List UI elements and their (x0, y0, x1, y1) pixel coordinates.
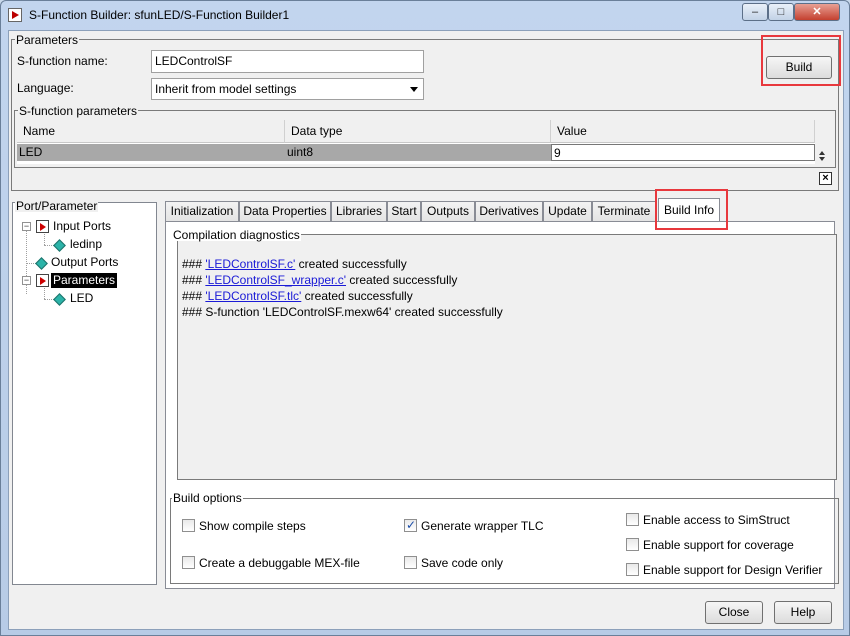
cell-value[interactable]: 9 (551, 144, 815, 161)
enable-access-simstruct-checkbox[interactable] (626, 513, 639, 526)
port-diamond-icon (35, 257, 48, 270)
build-button-highlight (761, 35, 841, 86)
column-header-data-type[interactable]: Data type (285, 120, 551, 143)
tab-update[interactable]: Update (543, 201, 592, 222)
window-title: S-Function Builder: sfunLED/S-Function B… (29, 8, 290, 22)
tree-item-input-ports[interactable]: Input Ports (51, 219, 113, 234)
diagnostic-line: ### 'LEDControlSF_wrapper.c' created suc… (182, 273, 458, 287)
parameters-icon (36, 274, 49, 287)
scroll-down-icon[interactable] (819, 157, 825, 161)
enable-design-verifier-checkbox[interactable] (626, 563, 639, 576)
diagnostic-line: ### S-function 'LEDControlSF.mexw64' cre… (182, 305, 503, 319)
build-info-tab-highlight (655, 189, 728, 230)
generated-file-link[interactable]: 'LEDControlSF_wrapper.c' (205, 273, 346, 287)
tab-outputs[interactable]: Outputs (421, 201, 475, 222)
collapse-input-ports-icon[interactable]: − (22, 222, 31, 231)
sfunction-name-label: S-function name: (17, 54, 108, 68)
tab-data-properties[interactable]: Data Properties (239, 201, 331, 222)
port-diamond-icon (53, 239, 66, 252)
debuggable-mex-checkbox[interactable] (182, 556, 195, 569)
title-bar[interactable]: S-Function Builder: sfunLED/S-Function B… (1, 1, 849, 29)
client-area: Parameters S-function name: LEDControlSF… (8, 30, 844, 630)
column-header-name[interactable]: Name (17, 120, 285, 143)
maximize-button[interactable]: □ (768, 3, 794, 21)
language-select-value: Inherit from model settings (155, 82, 297, 96)
input-port-icon (36, 220, 49, 233)
tree-item-led[interactable]: LED (68, 291, 95, 306)
tab-terminate[interactable]: Terminate (592, 201, 656, 222)
sfunction-name-input[interactable]: LEDControlSF (151, 50, 424, 73)
show-compile-steps-label[interactable]: Show compile steps (199, 519, 306, 533)
tab-start[interactable]: Start (387, 201, 421, 222)
enable-design-verifier-label[interactable]: Enable support for Design Verifier (643, 563, 822, 577)
generate-wrapper-tlc-label[interactable]: Generate wrapper TLC (421, 519, 544, 533)
collapse-parameters-icon[interactable]: − (22, 276, 31, 285)
debuggable-mex-label[interactable]: Create a debuggable MEX-file (199, 556, 360, 570)
sfunction-parameters-table: Name Data type Value LED uint8 9 (17, 120, 815, 164)
tree-item-output-ports[interactable]: Output Ports (49, 255, 120, 270)
table-row[interactable]: LED uint8 9 (17, 144, 815, 161)
generate-wrapper-tlc-checkbox[interactable] (404, 518, 417, 532)
tab-libraries[interactable]: Libraries (331, 201, 387, 222)
generated-file-link[interactable]: 'LEDControlSF.c' (205, 257, 295, 271)
column-header-value[interactable]: Value (551, 120, 815, 143)
parameters-group-label: Parameters (15, 33, 80, 47)
sfunction-parameters-label: S-function parameters (18, 104, 139, 118)
close-pane-icon[interactable]: × (819, 172, 832, 185)
scroll-up-icon[interactable] (819, 151, 825, 155)
tree-item-parameters[interactable]: Parameters (51, 273, 118, 288)
cell-data-type[interactable]: uint8 (285, 144, 551, 161)
enable-access-simstruct-label[interactable]: Enable access to SimStruct (643, 513, 790, 527)
chevron-down-icon (410, 87, 418, 92)
port-diamond-icon (53, 293, 66, 306)
build-info-panel: ### 'LEDControlSF.c' created successfull… (165, 221, 839, 589)
tab-strip: Initialization Data Properties Libraries… (165, 198, 835, 223)
compilation-diagnostics-label: Compilation diagnostics (172, 228, 301, 242)
compilation-diagnostics-box: ### 'LEDControlSF.c' created successfull… (177, 234, 837, 480)
simulink-block-icon (8, 8, 22, 22)
tree-connector (44, 234, 45, 245)
enable-coverage-checkbox[interactable] (626, 538, 639, 551)
show-compile-steps-checkbox[interactable] (182, 519, 195, 532)
close-button[interactable]: Close (705, 601, 763, 624)
tab-initialization[interactable]: Initialization (165, 201, 239, 222)
close-window-button[interactable]: ✕ (794, 3, 840, 21)
diagnostic-line: ### 'LEDControlSF.c' created successfull… (182, 257, 407, 271)
sfunction-builder-window: S-Function Builder: sfunLED/S-Function B… (0, 0, 850, 636)
port-parameter-tree: − Input Ports ledinp Output Ports − Para… (12, 202, 157, 585)
tab-derivatives[interactable]: Derivatives (475, 201, 543, 222)
tree-connector (44, 288, 45, 299)
language-label: Language: (17, 81, 74, 95)
table-scrollbar[interactable] (815, 120, 829, 164)
diagnostic-line: ### 'LEDControlSF.tlc' created successfu… (182, 289, 413, 303)
save-code-only-label[interactable]: Save code only (421, 556, 503, 570)
build-options-label: Build options (172, 491, 243, 505)
port-parameter-label: Port/Parameter (15, 199, 99, 213)
cell-name[interactable]: LED (17, 144, 285, 161)
minimize-button[interactable]: – (742, 3, 768, 21)
enable-coverage-label[interactable]: Enable support for coverage (643, 538, 794, 552)
generated-file-link[interactable]: 'LEDControlSF.tlc' (205, 289, 301, 303)
help-button[interactable]: Help (774, 601, 832, 624)
language-select[interactable]: Inherit from model settings (151, 78, 424, 100)
tree-item-ledinp[interactable]: ledinp (68, 237, 104, 252)
save-code-only-checkbox[interactable] (404, 556, 417, 569)
